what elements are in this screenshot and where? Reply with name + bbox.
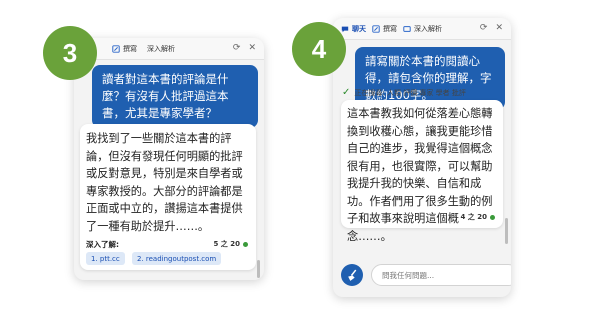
- tab-compose-label: 撰寫: [123, 44, 137, 53]
- source-chip-1[interactable]: 1. ptt.cc: [86, 252, 125, 265]
- tab-chat[interactable]: 聊天: [341, 24, 366, 34]
- tab-chat-label: 聊天: [352, 24, 366, 33]
- check-icon: ✓: [342, 87, 351, 98]
- chat-icon: [341, 26, 349, 32]
- tab-insights-label: 深入解析: [147, 44, 175, 53]
- counter-text: 4 之 20: [460, 213, 488, 221]
- step-badge-3: 3: [43, 26, 97, 80]
- compose-icon: [112, 44, 120, 53]
- broom-icon: [347, 269, 356, 281]
- scrollbar[interactable]: [257, 260, 260, 278]
- ask-input[interactable]: 問我任何問題...: [371, 264, 511, 286]
- learn-more-label: 深入了解:: [86, 240, 119, 249]
- user-message: 讀者對這本書的評論是什麼？有沒有人批評過這本書，尤其是專家學者？: [92, 65, 258, 128]
- panel-toolbar: 聊天 撰寫 深入解析 ⟳ ✕: [333, 18, 511, 40]
- tab-insights[interactable]: 深入解析: [403, 24, 442, 34]
- chat-panel-right: 聊天 撰寫 深入解析 ⟳ ✕ 請寫關於本書的閱讀心得，請包含你的理解，字數約10…: [333, 18, 511, 297]
- tab-compose-label: 撰寫: [383, 24, 397, 33]
- scrollbar[interactable]: [505, 218, 508, 244]
- new-topic-button[interactable]: [341, 264, 363, 286]
- step-badge-4: 4: [292, 22, 346, 76]
- bot-reply-text: 我找到了一些關於這本書的評論，但沒有發現任何明顯的批評或反對意見，特別是來自學者…: [86, 132, 243, 233]
- tab-compose[interactable]: 撰寫: [372, 24, 397, 34]
- tab-compose[interactable]: 撰寫: [112, 44, 137, 54]
- bot-reply-text: 這本書教我如何從落差心態轉換到收穫心態，讓我更能珍惜自己的進步，我覺得這個概念很…: [347, 107, 493, 243]
- close-icon[interactable]: ✕: [495, 23, 503, 33]
- input-bar: 問我任何問題...: [341, 264, 511, 286]
- compose-icon: [372, 24, 380, 33]
- refresh-icon[interactable]: ⟳: [480, 23, 488, 33]
- response-counter: 4 之 20: [460, 212, 495, 222]
- status-dot-icon: [243, 241, 248, 247]
- panel-toolbar: 撰寫 深入解析 ⟳ ✕: [74, 38, 264, 60]
- source-chip-2[interactable]: 2. readingoutpost.com: [132, 252, 222, 265]
- status-dot-icon: [490, 214, 495, 220]
- bot-reply-card: 這本書教我如何從落差心態轉換到收穫心態，讓我更能珍惜自己的進步，我覺得這個概念很…: [341, 100, 503, 243]
- counter-text: 5 之 20: [213, 240, 241, 248]
- refresh-icon[interactable]: ⟳: [233, 43, 241, 53]
- tab-insights[interactable]: 深入解析: [147, 44, 175, 54]
- response-counter: 5 之 20: [213, 239, 248, 249]
- tab-insights-label: 深入解析: [414, 24, 442, 33]
- bot-reply-card: 我找到了一些關於這本書的評論，但沒有發現任何明顯的批評或反對意見，特別是來自學者…: [80, 124, 256, 270]
- chat-panel-left: 撰寫 深入解析 ⟳ ✕ 讀者對這本書的評論是什麼？有沒有人批評過這本書，尤其是專…: [74, 38, 264, 280]
- insights-icon: [403, 25, 411, 32]
- close-icon[interactable]: ✕: [248, 43, 256, 53]
- search-status-text: 正在搜尋: 人類 評價 專家 學者 批評: [354, 88, 466, 97]
- search-status: ✓ 正在搜尋: 人類 評價 專家 學者 批評: [342, 87, 466, 98]
